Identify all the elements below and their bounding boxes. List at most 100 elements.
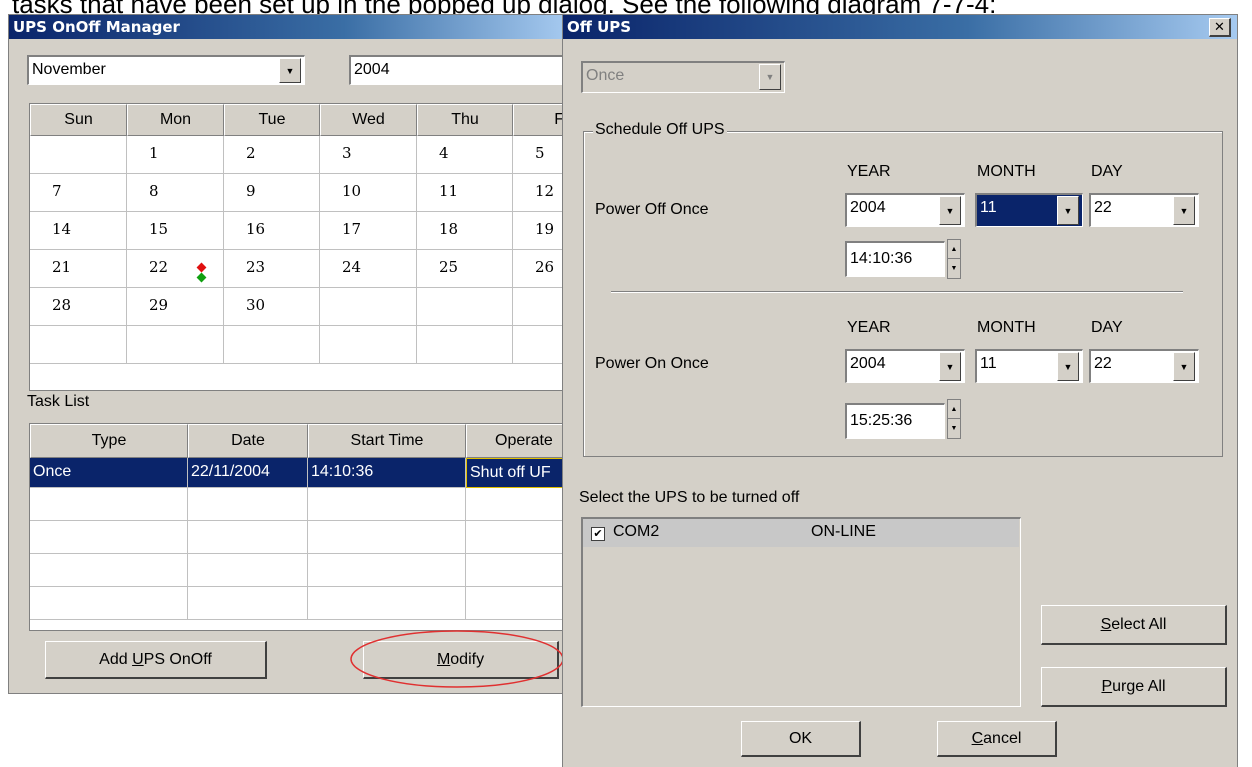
- month-select[interactable]: November: [27, 55, 305, 85]
- calendar-day-cell[interactable]: 8: [127, 174, 224, 212]
- task-list-table: Type Date Start Time Operate Once 22/11/…: [29, 423, 570, 631]
- power-off-label: Power Off Once: [595, 201, 709, 218]
- on-time-spinner[interactable]: ▲ ▼: [947, 399, 961, 439]
- mode-select[interactable]: Once: [581, 61, 785, 93]
- on-year-value: 2004: [850, 355, 886, 372]
- day-header: DAY: [1091, 319, 1123, 336]
- off-day-dropdown-button[interactable]: ▼: [1173, 196, 1195, 225]
- calendar-day-cell[interactable]: 23: [224, 250, 320, 288]
- on-time-field[interactable]: 15:25:36: [845, 403, 945, 439]
- on-month-dropdown-button[interactable]: ▼: [1057, 352, 1079, 381]
- off-time-spinner[interactable]: ▲ ▼: [947, 239, 961, 279]
- off-year-dropdown-button[interactable]: ▼: [939, 196, 961, 225]
- off-day-value: 22: [1094, 199, 1112, 216]
- calendar-day-cell[interactable]: 17: [320, 212, 417, 250]
- ups-onoff-manager-window: UPS OnOff Manager November ▼ 2004 Sun Mo…: [8, 14, 573, 694]
- close-button[interactable]: ✕: [1209, 18, 1231, 37]
- on-day-dropdown-button[interactable]: ▼: [1173, 352, 1195, 381]
- on-day-value: 22: [1094, 355, 1112, 372]
- task-empty-cell: [188, 587, 308, 620]
- check-icon: ✔: [593, 528, 603, 540]
- ups-checkbox[interactable]: ✔: [591, 527, 605, 541]
- calendar-day-cell[interactable]: 3: [320, 136, 417, 174]
- task-empty-cell: [30, 554, 188, 587]
- calendar-day-cell[interactable]: [127, 326, 224, 364]
- task-empty-cell: [188, 554, 308, 587]
- calendar-day-cell[interactable]: 7: [30, 174, 127, 212]
- spin-up-icon[interactable]: ▲: [948, 400, 960, 419]
- spin-down-icon[interactable]: ▼: [948, 419, 960, 438]
- ok-label: OK: [788, 729, 813, 747]
- weekday-header: Tue: [224, 104, 320, 136]
- chevron-down-icon: ▼: [285, 65, 295, 76]
- task-empty-cell: [308, 521, 466, 554]
- calendar-day-cell[interactable]: 10: [320, 174, 417, 212]
- task-empty-cell: [308, 554, 466, 587]
- add-ups-onoff-button[interactable]: U Add UPS OnOff: [45, 641, 267, 679]
- calendar-day-cell[interactable]: 15: [127, 212, 224, 250]
- calendar-day-cell[interactable]: 18: [417, 212, 513, 250]
- day-header: DAY: [1091, 163, 1123, 180]
- year-value: 2004: [354, 61, 390, 78]
- calendar-day-cell[interactable]: [30, 136, 127, 174]
- calendar-day-cell[interactable]: 11: [417, 174, 513, 212]
- on-time-value: 15:25:36: [850, 412, 913, 429]
- task-empty-cell: [308, 488, 466, 521]
- calendar-day-cell[interactable]: 30: [224, 288, 320, 326]
- calendar-day-cell[interactable]: [417, 326, 513, 364]
- purge-all-label: Purge All: [1101, 677, 1166, 695]
- year-header: YEAR: [847, 319, 891, 336]
- calendar-day-cell[interactable]: 22: [127, 250, 224, 288]
- ups-list[interactable]: ✔ COM2 ON-LINE: [581, 517, 1021, 707]
- calendar-day-cell[interactable]: [30, 326, 127, 364]
- weekday-header: Sun: [30, 104, 127, 136]
- calendar-grid: Sun Mon Tue Wed Thu F 1 2 3 4 5 7 8 9 10 11 12 14 15…: [29, 103, 573, 391]
- calendar-day-cell[interactable]: [224, 326, 320, 364]
- manager-titlebar: UPS OnOff Manager: [9, 15, 567, 39]
- calendar-day-cell[interactable]: 2: [224, 136, 320, 174]
- task-empty-cell: [466, 488, 570, 521]
- task-start-cell: 14:10:36: [308, 458, 466, 488]
- ok-button[interactable]: OK: [741, 721, 861, 757]
- chevron-down-icon: ▼: [1179, 361, 1189, 372]
- month-header: MONTH: [977, 163, 1036, 180]
- task-empty-cell: [188, 521, 308, 554]
- calendar-day-cell[interactable]: 9: [224, 174, 320, 212]
- on-year-dropdown-button[interactable]: ▼: [939, 352, 961, 381]
- calendar-day-cell[interactable]: 28: [30, 288, 127, 326]
- select-all-button[interactable]: Select All: [1041, 605, 1227, 645]
- calendar-day-cell[interactable]: 16: [224, 212, 320, 250]
- spin-down-icon[interactable]: ▼: [948, 259, 960, 278]
- calendar-day-cell[interactable]: 1: [127, 136, 224, 174]
- calendar-day-cell[interactable]: 4: [417, 136, 513, 174]
- purge-all-button[interactable]: Purge All: [1041, 667, 1227, 707]
- off-time-field[interactable]: 14:10:36: [845, 241, 945, 277]
- month-dropdown-button[interactable]: ▼: [279, 58, 301, 83]
- task-row[interactable]: Once 22/11/2004 14:10:36 Shut off UF: [30, 458, 570, 488]
- calendar-day-cell[interactable]: 29: [127, 288, 224, 326]
- chevron-down-icon: ▼: [1063, 361, 1073, 372]
- off-month-dropdown-button[interactable]: ▼: [1057, 196, 1079, 225]
- divider: [611, 291, 1183, 293]
- year-field[interactable]: 2004: [349, 55, 569, 85]
- spin-up-icon[interactable]: ▲: [948, 240, 960, 259]
- ups-list-item[interactable]: ✔ COM2 ON-LINE: [583, 519, 1019, 547]
- task-empty-cell: [466, 521, 570, 554]
- task-empty-cell: [308, 587, 466, 620]
- dialog-titlebar: Off UPS: [563, 15, 1237, 39]
- task-header-date: Date: [188, 424, 308, 458]
- calendar-day-cell[interactable]: 14: [30, 212, 127, 250]
- calendar-day-cell[interactable]: [320, 326, 417, 364]
- cancel-button[interactable]: Cancel: [937, 721, 1057, 757]
- chevron-down-icon: ▼: [945, 361, 955, 372]
- task-empty-cell: [466, 554, 570, 587]
- calendar-day-cell[interactable]: 21: [30, 250, 127, 288]
- calendar-day-cell[interactable]: [320, 288, 417, 326]
- calendar-day-cell[interactable]: [417, 288, 513, 326]
- month-value: November: [32, 61, 106, 78]
- mode-dropdown-button[interactable]: ▼: [759, 64, 781, 90]
- calendar-day-cell[interactable]: 25: [417, 250, 513, 288]
- calendar-day-cell[interactable]: 24: [320, 250, 417, 288]
- ups-status: ON-LINE: [811, 523, 876, 540]
- chevron-down-icon: ▼: [1063, 205, 1073, 216]
